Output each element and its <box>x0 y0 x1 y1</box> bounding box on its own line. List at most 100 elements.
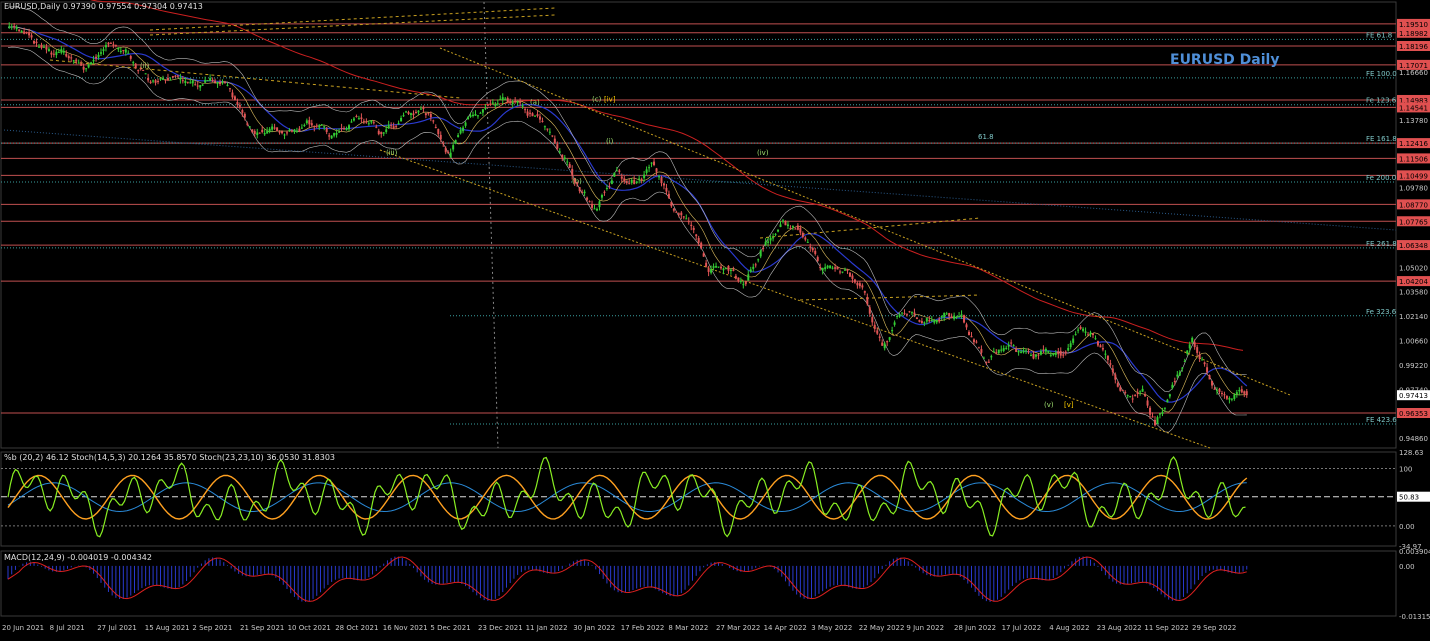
candle-body <box>945 313 948 315</box>
candle-body <box>122 50 125 52</box>
candle-body <box>186 81 189 83</box>
candle-body <box>18 29 21 32</box>
candle-body <box>653 161 656 165</box>
candle-body <box>1032 353 1035 359</box>
candle-body <box>648 167 651 169</box>
candle-body <box>982 357 985 359</box>
candle-body <box>628 183 631 185</box>
price-tick-22: 0.97413 <box>1399 392 1428 400</box>
candle-body <box>553 138 556 143</box>
candle-body <box>1243 391 1246 394</box>
candle-body <box>268 128 271 132</box>
candle-body <box>1134 394 1137 397</box>
candle-body <box>538 116 541 120</box>
candle-body <box>286 132 288 134</box>
candle-body <box>1099 345 1102 348</box>
macd-header: MACD(12,24,9) -0.004019 -0.004342 <box>4 553 152 562</box>
candle-body <box>1017 350 1020 353</box>
price-tick-4: 1.16660 <box>1399 69 1428 77</box>
candle-body <box>915 317 918 320</box>
candle-body <box>1198 354 1201 359</box>
candle-body <box>1201 359 1204 361</box>
candle-body <box>343 128 346 130</box>
candle-body <box>856 282 859 286</box>
candle-body <box>600 195 603 198</box>
candle-body <box>323 126 326 128</box>
candle-body <box>149 81 152 84</box>
date-tick-21: 17 Jul 2022 <box>1002 624 1042 632</box>
candle-body <box>777 229 780 232</box>
candle-body <box>732 269 735 271</box>
candle-body <box>1206 367 1209 373</box>
candle-body <box>861 285 864 288</box>
candle-body <box>1163 407 1166 409</box>
candle-body <box>481 109 484 113</box>
candle-body <box>615 170 618 172</box>
candle-body <box>1124 392 1127 394</box>
candle-body <box>814 250 817 254</box>
candle-body <box>1154 420 1156 426</box>
candle-body <box>910 312 913 314</box>
candle-body <box>640 178 643 181</box>
price-tick-23: 0.96353 <box>1399 410 1428 418</box>
wave-label-4: (a) <box>530 99 540 107</box>
candle-body <box>848 272 851 277</box>
candle-body <box>720 266 722 269</box>
candle-body <box>1213 388 1216 390</box>
date-tick-22: 4 Aug 2022 <box>1049 624 1089 632</box>
candle-body <box>357 118 360 120</box>
candle-body <box>878 336 881 338</box>
candle-body <box>1216 390 1218 392</box>
wave-label-9: (i) <box>606 137 614 145</box>
candle-body <box>623 178 626 182</box>
candle-body <box>734 275 737 279</box>
candle-body <box>826 265 829 268</box>
candle-body <box>685 218 688 220</box>
date-tick-5: 21 Sep 2021 <box>240 624 284 632</box>
candle-body <box>712 266 715 268</box>
price-chart[interactable]: FE 61.8 FE 100.0 Fe 123.6 FE 161.8 Fe 200.0 F… <box>0 0 1430 637</box>
candle-body <box>38 46 40 48</box>
candle-body <box>132 62 135 64</box>
price-tick-11: 1.09780 <box>1399 184 1428 192</box>
candle-body <box>144 73 147 75</box>
fib-label-2: Fe 123.6 <box>1366 97 1397 105</box>
candle-body <box>938 319 941 322</box>
candle-body <box>593 208 596 210</box>
candle-body <box>310 123 313 126</box>
candle-body <box>201 84 204 86</box>
candle-body <box>204 79 207 83</box>
candle-body <box>1114 374 1117 380</box>
candle-body <box>953 315 956 319</box>
candle-body <box>47 49 50 52</box>
candle-body <box>774 233 777 235</box>
candle-body <box>1052 353 1055 356</box>
candle-body <box>873 324 876 329</box>
candle-body <box>333 133 336 136</box>
candle-body <box>489 103 492 105</box>
candle-body <box>965 324 968 328</box>
candle-body <box>692 227 695 230</box>
candle-body <box>1067 347 1070 351</box>
candle-body <box>581 192 584 194</box>
candle-body <box>407 112 410 115</box>
candle-body <box>236 102 239 105</box>
candle-body <box>147 77 150 81</box>
candle-body <box>20 30 23 33</box>
candle-body <box>266 131 269 134</box>
candle-body <box>794 228 797 230</box>
candle-body <box>990 356 993 358</box>
candle-body <box>382 132 385 134</box>
candle-body <box>288 129 291 131</box>
candle-body <box>427 112 430 114</box>
candle-body <box>365 121 368 123</box>
candle-body <box>199 85 202 88</box>
candle-body <box>1173 381 1176 383</box>
candle-body <box>524 109 527 111</box>
chart-stage[interactable]: FE 61.8 FE 100.0 Fe 123.6 FE 161.8 Fe 200.0 F… <box>0 0 1430 637</box>
price-tick-6: 1.14541 <box>1399 104 1428 112</box>
macd-tick-2: -0.013154 <box>1399 613 1430 621</box>
candle-body <box>598 201 601 208</box>
candle-body <box>169 79 172 81</box>
date-tick-10: 23 Dec 2021 <box>478 624 523 632</box>
